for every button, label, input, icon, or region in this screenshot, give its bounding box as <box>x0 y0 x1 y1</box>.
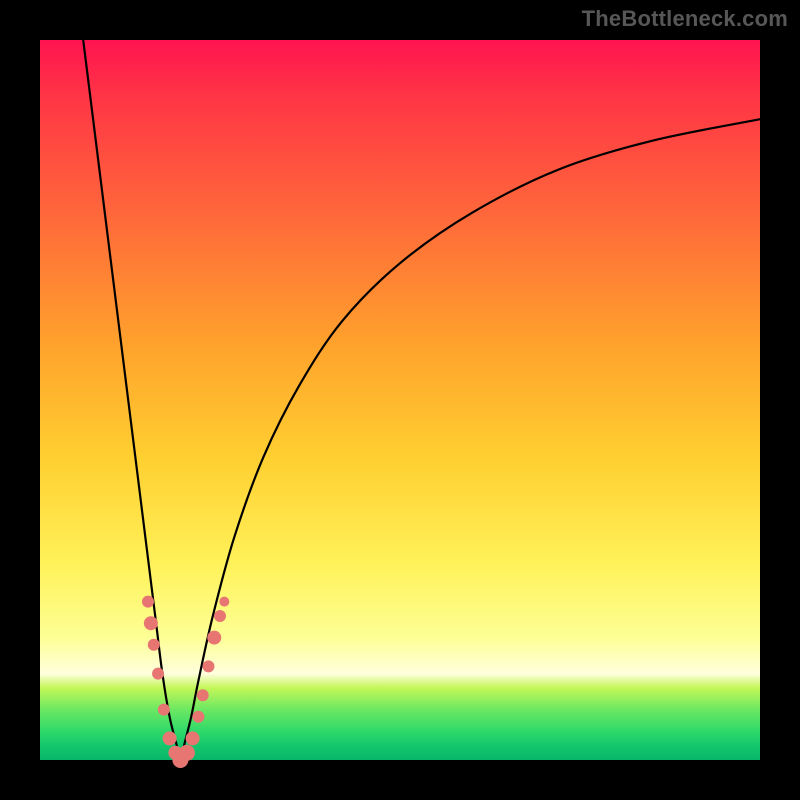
data-marker <box>207 631 221 645</box>
bottleneck-curve <box>40 40 760 760</box>
data-marker <box>192 711 204 723</box>
data-marker <box>179 745 195 761</box>
attribution-label: TheBottleneck.com <box>582 6 788 32</box>
data-marker <box>219 597 229 607</box>
data-marker <box>158 704 170 716</box>
curve-right-branch <box>180 119 760 760</box>
data-marker <box>186 731 200 745</box>
data-marker <box>163 731 177 745</box>
data-marker <box>148 639 160 651</box>
data-marker <box>214 610 226 622</box>
chart-frame: TheBottleneck.com <box>0 0 800 800</box>
data-marker <box>144 616 158 630</box>
curve-left-branch <box>83 40 180 760</box>
data-marker <box>152 668 164 680</box>
data-marker <box>142 596 154 608</box>
data-marker <box>202 660 214 672</box>
data-marker <box>197 689 209 701</box>
